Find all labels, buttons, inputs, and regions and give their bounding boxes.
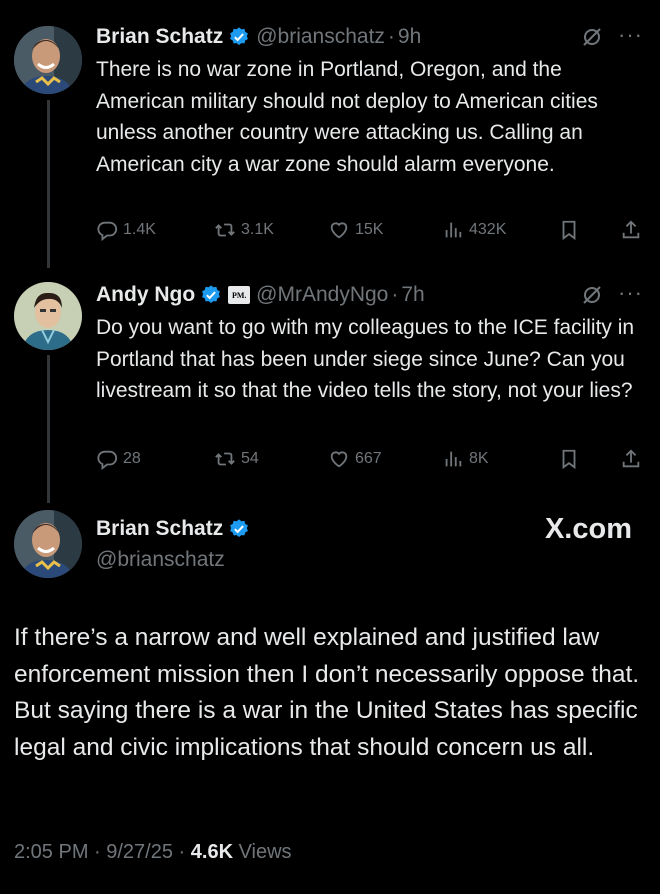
tweet-header: Brian Schatz — [96, 514, 250, 544]
like-icon — [330, 451, 348, 468]
share-icon — [622, 449, 640, 468]
post-time[interactable]: 2:05 PM · 9/27/25 · — [14, 841, 191, 863]
tweet-header: Andy Ngo PM. @MrAndyNgo · 7h — [96, 280, 425, 310]
verified-icon — [228, 518, 250, 540]
avatar[interactable] — [14, 282, 82, 350]
share-button[interactable] — [620, 216, 647, 244]
repost-icon — [215, 452, 235, 466]
like-count: 15K — [355, 221, 384, 238]
reply-icon — [97, 221, 118, 241]
author-handle[interactable]: @brianschatz — [256, 25, 385, 49]
like-count: 667 — [355, 450, 382, 467]
more-icon[interactable]: ··· — [618, 22, 643, 48]
grok-icon[interactable] — [580, 283, 604, 307]
main-tweet-text: If there’s a narrow and well explained a… — [14, 624, 640, 761]
reply-button[interactable]: 1.4K — [96, 216, 156, 244]
views-icon — [445, 222, 462, 238]
author-name[interactable]: Brian Schatz — [96, 517, 223, 541]
tweet-text: Do you want to go with my colleagues to … — [96, 316, 635, 402]
views-count: 4.6K — [190, 841, 234, 863]
repost-button[interactable]: 3.1K — [214, 216, 274, 244]
views-button[interactable]: 8K — [442, 445, 489, 473]
thread-line — [47, 100, 50, 268]
repost-count: 54 — [241, 450, 259, 467]
action-bar: 1.4K 3.1K 15K 432K — [96, 216, 648, 244]
like-button[interactable]: 667 — [328, 445, 382, 473]
reply-count: 28 — [123, 450, 141, 467]
grok-icon[interactable] — [580, 25, 604, 49]
views-icon — [445, 451, 462, 467]
author-handle[interactable]: @brianschatz — [96, 548, 225, 572]
avatar[interactable] — [14, 26, 82, 94]
avatar[interactable] — [14, 510, 82, 578]
author-handle[interactable]: @MrAndyNgo — [256, 283, 388, 307]
separator: · — [387, 25, 395, 48]
action-bar: 28 54 667 8K — [96, 445, 648, 473]
share-icon — [622, 220, 640, 239]
reply-button[interactable]: 28 — [96, 445, 141, 473]
more-icon[interactable]: ··· — [618, 280, 643, 306]
views-label: Views — [233, 841, 292, 863]
like-button[interactable]: 15K — [328, 216, 383, 244]
reply-icon — [97, 450, 118, 470]
bookmark-button[interactable] — [558, 216, 585, 244]
repost-button[interactable]: 54 — [214, 445, 259, 473]
tweet-header: Brian Schatz @brianschatz · 9h — [96, 22, 421, 52]
separator: · — [391, 283, 399, 306]
repost-count: 3.1K — [241, 221, 274, 238]
bookmark-button[interactable] — [558, 445, 585, 473]
thread-line — [47, 355, 50, 503]
verified-icon — [200, 284, 222, 306]
affiliate-badge[interactable]: PM. — [228, 286, 251, 304]
watermark: X.com — [544, 513, 632, 545]
timestamp[interactable]: 9h — [398, 25, 421, 49]
views-button[interactable]: 432K — [442, 216, 506, 244]
like-icon — [330, 222, 348, 239]
author-name[interactable]: Brian Schatz — [96, 25, 223, 49]
verified-icon — [228, 26, 250, 48]
reply-count: 1.4K — [123, 221, 156, 238]
author-name[interactable]: Andy Ngo — [96, 283, 195, 307]
timestamp[interactable]: 7h — [401, 283, 424, 307]
share-button[interactable] — [620, 445, 647, 473]
tweet-meta: 2:05 PM · 9/27/25 · 4.6K Views — [14, 841, 292, 864]
views-count: 8K — [469, 450, 489, 467]
tweet-text: There is no war zone in Portland, Oregon… — [96, 58, 598, 176]
bookmark-icon — [562, 220, 576, 241]
views-count: 432K — [469, 221, 507, 238]
bookmark-icon — [562, 449, 576, 470]
repost-icon — [215, 223, 235, 237]
